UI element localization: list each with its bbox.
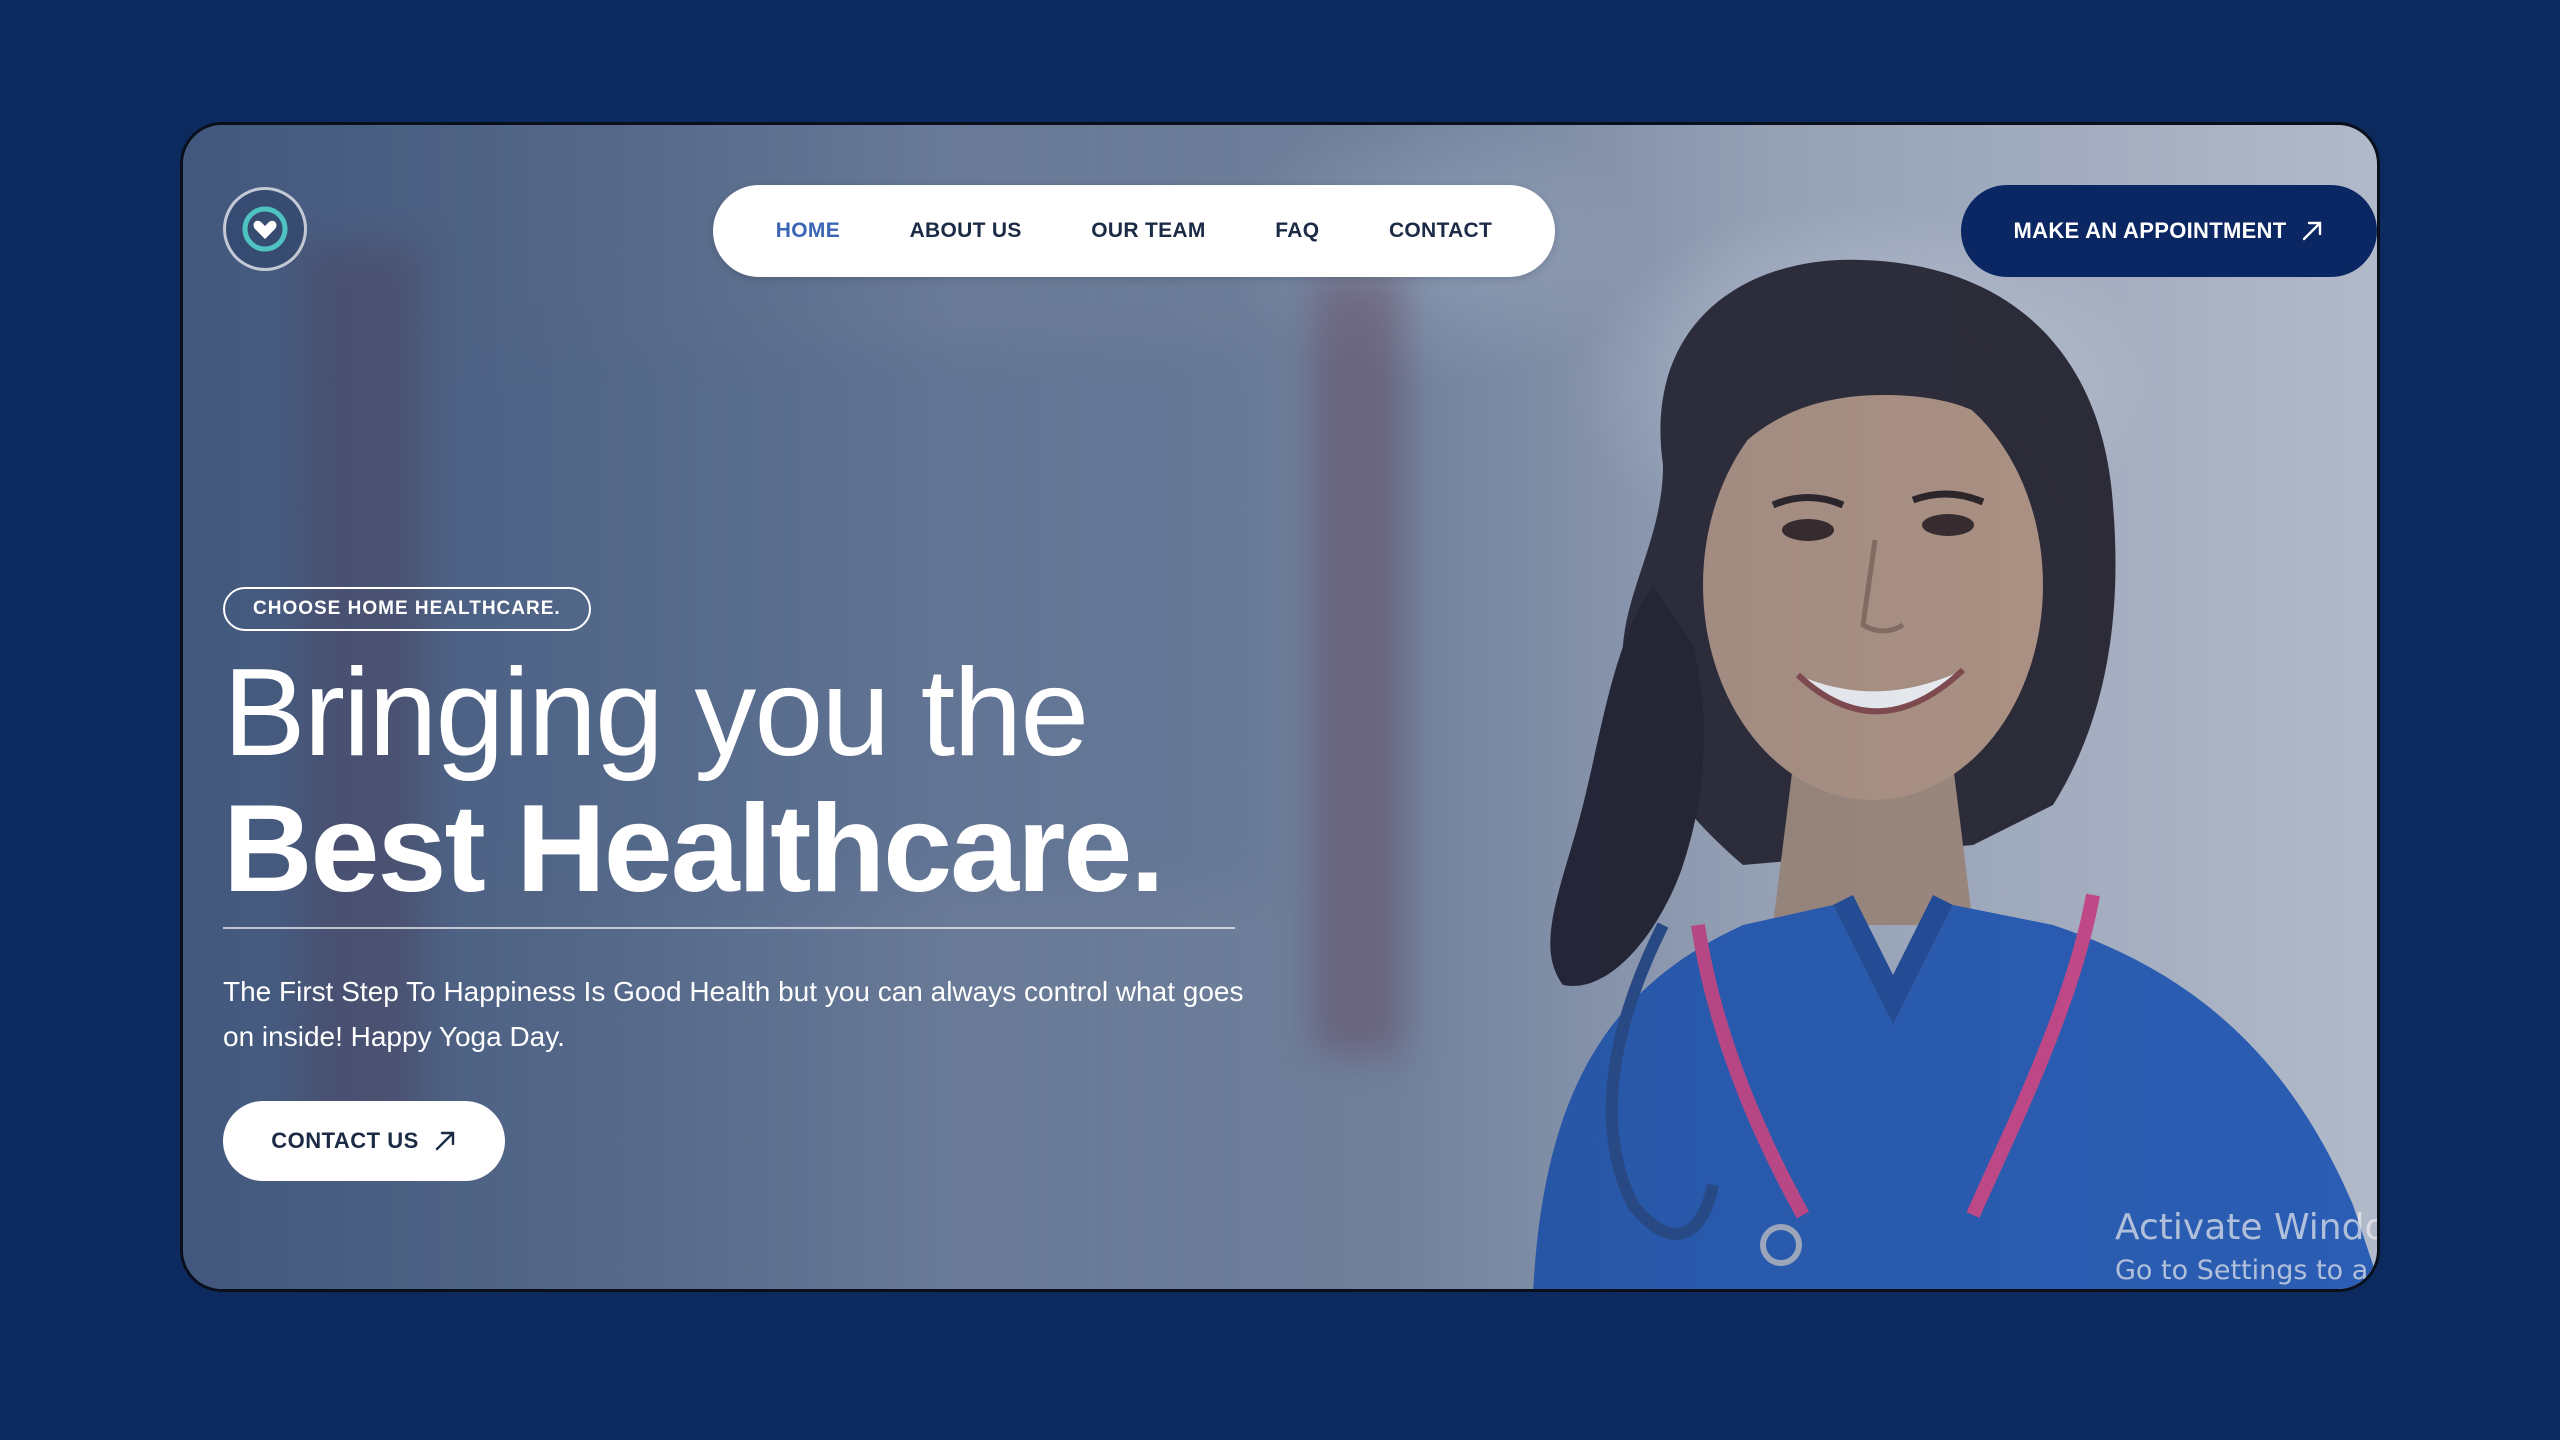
arrow-up-right-icon (435, 1131, 454, 1151)
site-logo[interactable] (223, 187, 307, 271)
website-frame: HOME ABOUT US OUR TEAM FAQ CONTACT MAKE … (180, 122, 2380, 1292)
nav-our-team[interactable]: OUR TEAM (1091, 219, 1205, 243)
nav-contact[interactable]: CONTACT (1389, 219, 1492, 243)
hero-title-line2: Best Healthcare. (223, 780, 1165, 918)
nav-home[interactable]: HOME (776, 219, 840, 243)
nav-about-us[interactable]: ABOUT US (910, 219, 1022, 243)
watermark-line2: Go to Settings to a (2115, 1255, 2369, 1286)
hero-tag: CHOOSE HOME HEALTHCARE. (223, 587, 591, 631)
hero-title: Bringing you the Best Healthcare. (223, 644, 1165, 918)
hero-title-line1: Bringing you the (223, 644, 1089, 782)
heart-circle-logo-icon (242, 206, 288, 252)
windows-activation-watermark: Activate Windo Go to Settings to a (2115, 1205, 2380, 1289)
hero-divider (223, 927, 1235, 929)
main-navigation: HOME ABOUT US OUR TEAM FAQ CONTACT (713, 185, 1555, 277)
arrow-up-right-icon (2303, 221, 2322, 241)
nav-faq[interactable]: FAQ (1275, 219, 1319, 243)
make-appointment-label: MAKE AN APPOINTMENT (2013, 218, 2287, 243)
contact-us-label: CONTACT US (271, 1128, 419, 1153)
watermark-line1: Activate Windo (2115, 1207, 2380, 1248)
hero-description: The First Step To Happiness Is Good Heal… (223, 976, 1244, 1052)
make-appointment-button[interactable]: MAKE AN APPOINTMENT (1961, 185, 2377, 277)
contact-us-button[interactable]: CONTACT US (223, 1101, 505, 1181)
